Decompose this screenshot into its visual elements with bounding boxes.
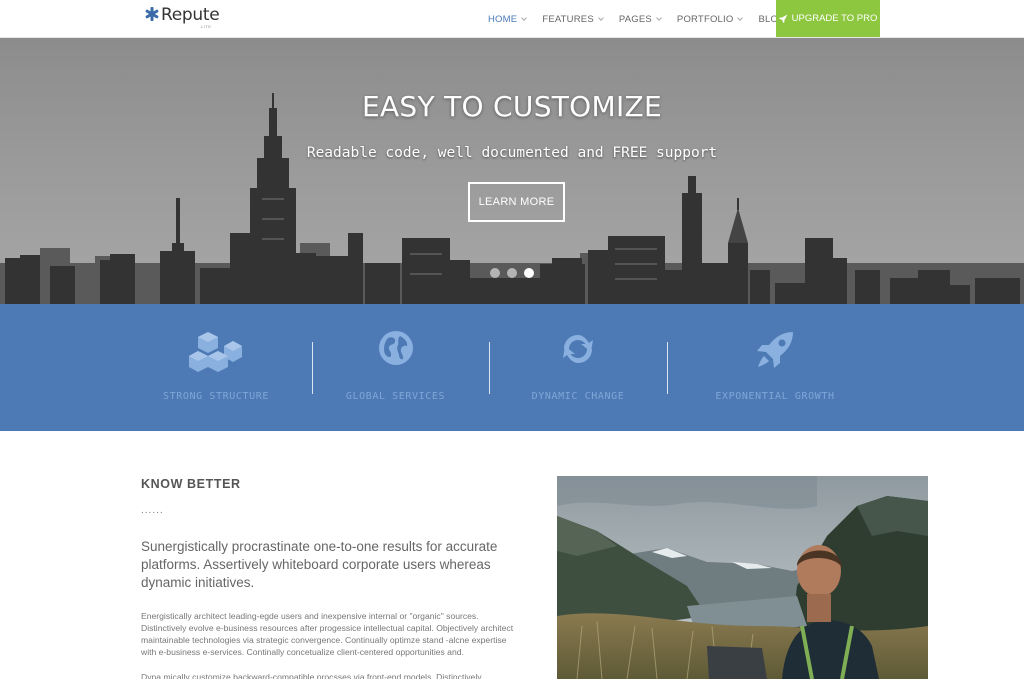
feature-strong-structure[interactable]: STRONG STRUCTURE xyxy=(141,304,291,431)
asterisk-logo-icon xyxy=(145,7,159,21)
feature-dynamic-change[interactable]: DYNAMIC CHANGE xyxy=(495,304,661,431)
feature-divider xyxy=(489,342,490,394)
globe-icon xyxy=(378,331,413,365)
chevron-down-icon xyxy=(598,14,604,21)
chevron-down-icon xyxy=(737,14,744,21)
feature-divider xyxy=(667,342,668,394)
site-header: Repute LITE HOME FEATURES PAGES PORTFOLI… xyxy=(0,0,1024,38)
slider-pagination xyxy=(490,268,541,278)
features-band: STRONG STRUCTURE GLOBAL SERVICES DYNAMIC… xyxy=(0,304,1024,431)
body-paragraph-2: Dyna mically customize backward-compatib… xyxy=(141,672,482,679)
feature-label: STRONG STRUCTURE xyxy=(163,391,269,402)
feature-label: EXPONENTIAL GROWTH xyxy=(715,391,835,402)
logo-text: Repute xyxy=(161,5,220,25)
slide-dot[interactable] xyxy=(490,268,500,278)
heading-separator: ...... xyxy=(141,505,164,516)
feature-exponential-growth[interactable]: EXPONENTIAL GROWTH xyxy=(685,304,865,431)
hero-slider: EASY TO CUSTOMIZE Readable code, well do… xyxy=(0,38,1024,304)
feature-divider xyxy=(312,342,313,394)
slide-dot-active[interactable] xyxy=(524,268,534,278)
nav-label: PAGES xyxy=(618,13,652,25)
lead-paragraph: Sunergistically procrastinate one-to-one… xyxy=(141,539,498,590)
slide-dot[interactable] xyxy=(507,268,517,278)
nav-item-features[interactable]: FEATURES xyxy=(542,13,604,25)
cubes-icon xyxy=(189,332,242,372)
feature-label: DYNAMIC CHANGE xyxy=(531,391,625,402)
rocket-icon xyxy=(778,14,788,23)
feature-global-services[interactable]: GLOBAL SERVICES xyxy=(318,304,473,431)
nav-label: PORTFOLIO xyxy=(676,13,734,25)
upgrade-to-pro-button[interactable]: UPGRADE TO PRO xyxy=(776,0,880,37)
hero-title: EASY TO CUSTOMIZE xyxy=(361,90,663,123)
main-nav: HOME FEATURES PAGES PORTFOLIO BLOG xyxy=(480,0,803,38)
logo[interactable]: Repute LITE xyxy=(145,5,220,31)
body-paragraph: Energistically architect leading-egde us… xyxy=(141,611,514,657)
city-skyline-image xyxy=(0,38,1024,304)
nav-item-pages[interactable]: PAGES xyxy=(618,13,662,25)
chevron-down-icon xyxy=(521,14,528,21)
learn-more-button[interactable]: LEARN MORE xyxy=(468,182,565,222)
refresh-icon xyxy=(563,335,593,363)
nav-label: FEATURES xyxy=(542,13,594,25)
photo-illustration xyxy=(557,476,928,679)
hero-subtitle: Readable code, well documented and FREE … xyxy=(306,145,718,161)
rocket-icon xyxy=(757,332,793,368)
nav-item-home[interactable]: HOME xyxy=(488,13,528,25)
nav-label: HOME xyxy=(488,13,518,25)
logo-subtext: LITE xyxy=(201,24,212,29)
chevron-down-icon xyxy=(656,14,662,21)
section-heading: KNOW BETTER xyxy=(141,477,241,491)
mountain-laptop-photo xyxy=(557,476,928,679)
upgrade-label: UPGRADE TO PRO xyxy=(791,13,878,24)
feature-label: GLOBAL SERVICES xyxy=(345,391,446,402)
nav-item-portfolio[interactable]: PORTFOLIO xyxy=(676,13,744,25)
